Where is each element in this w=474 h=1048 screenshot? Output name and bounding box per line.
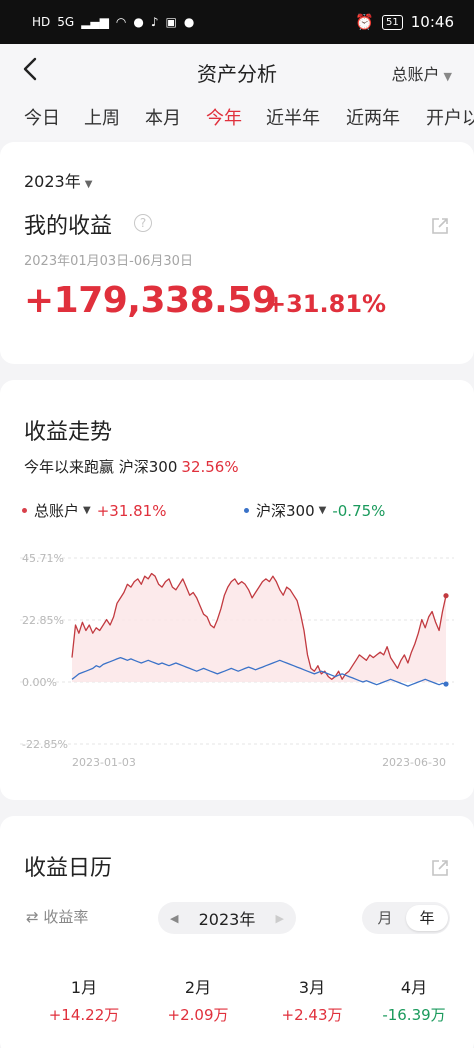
account-selector[interactable]: 总账户 ▼ [392, 61, 452, 85]
caret-down-icon: ▼ [83, 505, 91, 516]
month-value: +2.43万 [281, 1006, 343, 1024]
network-5g-icon: 5G [57, 15, 75, 29]
calendar-title: 收益日历 [24, 856, 113, 881]
status-right: ⏰ 51 10:46 [355, 13, 454, 31]
income-amount: +179,338.59 [24, 280, 277, 321]
legend-benchmark-value: -0.75% [332, 501, 386, 520]
chat-bubble-icon: ● [133, 15, 144, 29]
month-name: 2月 [184, 978, 212, 997]
trend-chart[interactable]: 45.71% 22.85% 0.00% -22.85% 2023-01-03 2023-0… [0, 540, 474, 780]
legend-dot-blue [244, 508, 249, 513]
tab-this-month[interactable]: 本月 [145, 104, 181, 130]
legend-benchmark[interactable]: 沪深300 ▼ -0.75% [244, 500, 385, 521]
month-year-segment: 月 年 [362, 902, 450, 934]
income-summary-card: 2023年 ▼ 我的收益 ? 2023年01月03日-06月30日 +179,33… [0, 142, 474, 364]
y-tick-label: 45.71% [22, 552, 64, 565]
app-badge-icon: ▣ [165, 15, 177, 29]
y-tick-label: 22.85% [22, 614, 64, 627]
month-name: 3月 [298, 978, 326, 997]
share-svg [432, 860, 448, 876]
tab-since-open[interactable]: 开户以来 [426, 104, 474, 130]
calendar-year: 2023年 [198, 910, 256, 929]
month-value: +2.09万 [167, 1006, 229, 1024]
month-cell[interactable]: 4月 -16.39万 [364, 974, 464, 1025]
x-tick-label: 2023-01-03 [72, 756, 136, 769]
tab-this-year[interactable]: 今年 [206, 104, 242, 130]
income-calendar-card: 收益日历 ⇄ 收益率 ◀ 2023年 ▶ 月 年 1月 +14.22万 2月 +… [0, 816, 474, 1048]
month-name: 4月 [400, 978, 428, 997]
month-value: +14.22万 [48, 1006, 120, 1024]
alarm-clock-icon: ⏰ [355, 13, 375, 31]
x-tick-label: 2023-06-30 [382, 756, 446, 769]
hd-icon: HD [32, 15, 51, 29]
share-svg [432, 218, 448, 234]
y-tick-label: -22.85% [22, 738, 68, 751]
beat-percent: 32.56% [181, 458, 239, 476]
segment-month[interactable]: 月 [364, 905, 406, 931]
account-end-point [443, 593, 449, 599]
legend-account[interactable]: 总账户 ▼ +31.81% [22, 500, 166, 521]
music-note-icon: ♪ [150, 15, 159, 29]
account-label: 总账户 [391, 65, 440, 84]
wifi-icon: ◠ [115, 15, 127, 29]
status-left-icons: HD 5G ▂▄▆ ◠ ● ♪ ▣ ● [32, 15, 194, 29]
year-label: 2023年 [24, 172, 81, 191]
month-cell[interactable]: 2月 +2.09万 [148, 974, 248, 1025]
share-icon[interactable] [430, 858, 450, 882]
settings-dot-icon: ● [183, 15, 195, 29]
rate-toggle[interactable]: ⇄ 收益率 [26, 906, 88, 927]
legend-account-name: 总账户 [34, 502, 80, 520]
top-nav-bar: 资产分析 总账户 ▼ [0, 44, 474, 98]
segment-year[interactable]: 年 [406, 905, 448, 931]
beat-text: 今年以来跑赢 沪深300 [24, 458, 178, 476]
caret-down-icon: ▼ [443, 70, 452, 83]
caret-down-icon: ▼ [318, 505, 327, 516]
next-year-icon[interactable]: ▶ [276, 912, 284, 925]
signal-icon: ▂▄▆ [81, 15, 109, 29]
status-bar: HD 5G ▂▄▆ ◠ ● ♪ ▣ ● ⏰ 51 10:46 [0, 0, 474, 44]
calendar-year-pill: ◀ 2023年 ▶ [158, 902, 296, 934]
status-time: 10:46 [410, 13, 454, 31]
legend-account-value: +31.81% [96, 501, 167, 520]
tab-two-years[interactable]: 近两年 [346, 104, 400, 130]
tab-half-year[interactable]: 近半年 [266, 104, 320, 130]
month-cell[interactable]: 1月 +14.22万 [34, 974, 134, 1025]
share-icon[interactable] [430, 216, 450, 240]
legend-dot-red [22, 508, 27, 513]
caret-down-icon: ▼ [84, 179, 93, 190]
income-title: 我的收益 [24, 214, 113, 239]
income-percent: +31.81% [266, 290, 387, 318]
battery-icon: 51 [382, 14, 403, 30]
month-name: 1月 [70, 978, 98, 997]
prev-year-icon[interactable]: ◀ [170, 912, 178, 925]
tab-today[interactable]: 今日 [24, 104, 60, 130]
legend-benchmark-name: 沪深300 [256, 502, 315, 520]
trend-card: 收益走势 今年以来跑赢 沪深300 32.56% 总账户 ▼ +31.81% 沪深… [0, 380, 474, 800]
period-tabs: 今日 上周 本月 今年 近半年 近两年 开户以来 [0, 98, 474, 140]
month-cell[interactable]: 3月 +2.43万 [262, 974, 362, 1025]
series-area-fill [72, 573, 446, 682]
trend-title: 收益走势 [24, 420, 113, 445]
month-value: -16.39万 [382, 1006, 446, 1024]
y-tick-label: 0.00% [22, 676, 57, 689]
help-icon[interactable]: ? [134, 214, 152, 232]
date-range: 2023年01月03日-06月30日 [24, 254, 193, 269]
beat-benchmark-text: 今年以来跑赢 沪深300 32.56% [24, 456, 239, 477]
year-selector[interactable]: 2023年 ▼ [24, 168, 92, 192]
benchmark-end-point [443, 681, 449, 687]
tab-last-week[interactable]: 上周 [84, 104, 120, 130]
